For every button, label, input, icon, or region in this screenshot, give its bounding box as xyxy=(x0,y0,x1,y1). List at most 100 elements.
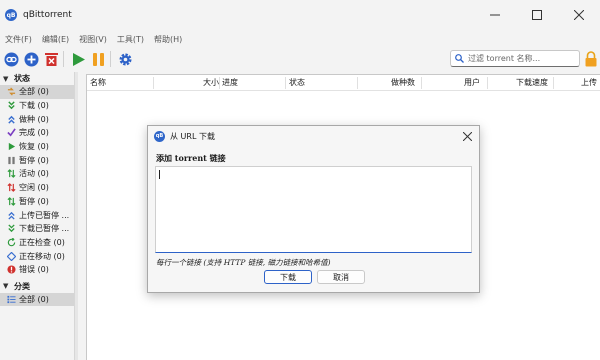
close-icon xyxy=(574,10,584,20)
stalled-icon xyxy=(6,196,16,206)
close-window-button[interactable] xyxy=(558,0,600,30)
download-paused-icon xyxy=(7,224,15,233)
download-icon xyxy=(7,101,15,110)
status-filter-item[interactable]: 错误 (0) xyxy=(0,263,74,277)
status-section-header[interactable]: ▼ 状态 xyxy=(0,72,74,85)
check-icon xyxy=(6,128,16,138)
column-upload-speed[interactable]: 上传 xyxy=(581,75,597,91)
dialog-title: 从 URL 下载 xyxy=(170,131,215,141)
dialog-close-button[interactable] xyxy=(461,130,473,142)
options-button[interactable] xyxy=(117,51,134,68)
status-filter-item-label: 暂停 (0) xyxy=(19,155,49,165)
play-icon xyxy=(73,52,85,66)
table-header: 名称 大小 进度 状态 做种数 用户 下载速度 上传 xyxy=(87,75,600,91)
column-divider xyxy=(357,77,358,89)
upload-icon xyxy=(6,114,16,124)
status-filter-item[interactable]: 下载已暂停 ... xyxy=(0,222,74,236)
toolbar-separator xyxy=(63,51,64,67)
menu-tools[interactable]: 工具(T) xyxy=(112,33,149,47)
status-filter-item-label: 空闲 (0) xyxy=(19,183,49,193)
category-filter-list: 全部 (0) xyxy=(0,292,74,307)
search-input[interactable]: 过滤 torrent 名称... xyxy=(450,50,580,67)
column-size[interactable]: 大小 xyxy=(203,75,219,91)
column-seeds[interactable]: 做种数 xyxy=(391,75,415,91)
minimize-icon xyxy=(490,14,500,16)
add-torrent-button[interactable] xyxy=(23,51,40,68)
status-filter-item[interactable]: 下载 (0) xyxy=(0,99,74,113)
download-icon xyxy=(6,101,16,111)
download-paused-icon xyxy=(6,224,16,234)
search-placeholder: 过滤 torrent 名称... xyxy=(468,54,541,63)
status-filter-item-label: 全部 (0) xyxy=(19,87,49,97)
toolbar-separator xyxy=(110,51,111,67)
category-section-header[interactable]: ▼ 分类 xyxy=(0,280,74,293)
upload-paused-icon xyxy=(6,210,16,220)
sidebar-scrollbar[interactable] xyxy=(74,72,78,360)
upload-paused-icon xyxy=(7,211,15,220)
maximize-icon xyxy=(532,10,542,20)
status-filter-item-label: 恢复 (0) xyxy=(19,142,49,152)
menu-bar: 文件(F) 编辑(E) 视图(V) 工具(T) 帮助(H) xyxy=(0,33,187,47)
toolbar: 过滤 torrent 名称... xyxy=(0,48,600,70)
play-icon xyxy=(6,142,16,152)
status-filter-item[interactable]: 上传已暂停 ... xyxy=(0,208,74,222)
column-progress[interactable]: 进度 xyxy=(222,75,238,91)
active-icon xyxy=(6,169,16,179)
status-filter-item[interactable]: 空闲 (0) xyxy=(0,181,74,195)
resume-button[interactable] xyxy=(70,51,87,68)
status-filter-item[interactable]: 暂停 (0) xyxy=(0,153,74,167)
active-icon xyxy=(6,169,16,179)
lock-icon[interactable] xyxy=(584,51,598,67)
column-download-speed[interactable]: 下载速度 xyxy=(516,75,548,91)
checking-icon xyxy=(6,237,16,247)
moving-icon xyxy=(6,251,16,261)
column-name[interactable]: 名称 xyxy=(90,75,106,91)
column-peers[interactable]: 用户 xyxy=(464,75,480,91)
status-filter-list: 全部 (0) 下载 (0) 做种 (0) 完成 (0) 恢复 (0) 暂停 (0) 活动 (… xyxy=(0,85,74,277)
column-divider xyxy=(487,77,488,89)
status-filter-item[interactable]: 完成 (0) xyxy=(0,126,74,140)
stalled-icon xyxy=(6,196,16,206)
list-icon xyxy=(6,295,16,304)
close-icon xyxy=(462,131,472,141)
checking-icon xyxy=(7,237,15,247)
pause-icon xyxy=(6,155,16,165)
status-filter-item-label: 活动 (0) xyxy=(19,169,49,179)
status-filter-item[interactable]: 活动 (0) xyxy=(0,167,74,181)
app-logo-icon: qB xyxy=(5,9,17,21)
column-divider xyxy=(219,77,220,89)
add-link-button[interactable] xyxy=(3,51,20,68)
minimize-button[interactable] xyxy=(474,0,516,30)
delete-button[interactable] xyxy=(43,51,60,68)
category-filter-item[interactable]: 全部 (0) xyxy=(0,292,74,307)
menu-help[interactable]: 帮助(H) xyxy=(149,33,187,47)
maximize-button[interactable] xyxy=(516,0,558,30)
all-icon xyxy=(7,87,15,96)
filter-sidebar: ▼ 状态 全部 (0) 下载 (0) 做种 (0) 完成 (0) 恢复 (0) 暂停 (0… xyxy=(0,72,74,360)
torrent-links-textarea[interactable] xyxy=(155,166,472,253)
inactive-icon xyxy=(6,183,16,193)
menu-edit[interactable]: 编辑(E) xyxy=(37,33,74,47)
status-filter-item-label: 上传已暂停 ... xyxy=(19,210,70,220)
error-icon xyxy=(6,265,16,275)
status-filter-item[interactable]: 做种 (0) xyxy=(0,112,74,126)
status-filter-item[interactable]: 正在移动 (0) xyxy=(0,249,74,263)
menu-file[interactable]: 文件(F) xyxy=(0,33,37,47)
status-filter-item[interactable]: 全部 (0) xyxy=(0,85,74,99)
pause-button[interactable] xyxy=(90,51,107,68)
status-filter-item[interactable]: 正在检查 (0) xyxy=(0,236,74,250)
delete-icon xyxy=(45,52,58,66)
all-icon xyxy=(6,87,16,97)
category-header-label: 分类 xyxy=(14,281,30,291)
menu-view[interactable]: 视图(V) xyxy=(74,33,112,47)
status-filter-item[interactable]: 暂停 (0) xyxy=(0,195,74,209)
category-filter-item-label: 全部 (0) xyxy=(19,294,49,304)
download-button[interactable]: 下载 xyxy=(264,270,312,284)
status-header-label: 状态 xyxy=(14,74,30,83)
status-filter-item-label: 下载已暂停 ... xyxy=(19,224,70,234)
cancel-button[interactable]: 取消 xyxy=(317,270,365,284)
column-status[interactable]: 状态 xyxy=(289,75,305,91)
status-filter-item[interactable]: 恢复 (0) xyxy=(0,140,74,154)
chevron-down-icon: ▼ xyxy=(3,282,9,291)
status-filter-item-label: 做种 (0) xyxy=(19,114,49,124)
